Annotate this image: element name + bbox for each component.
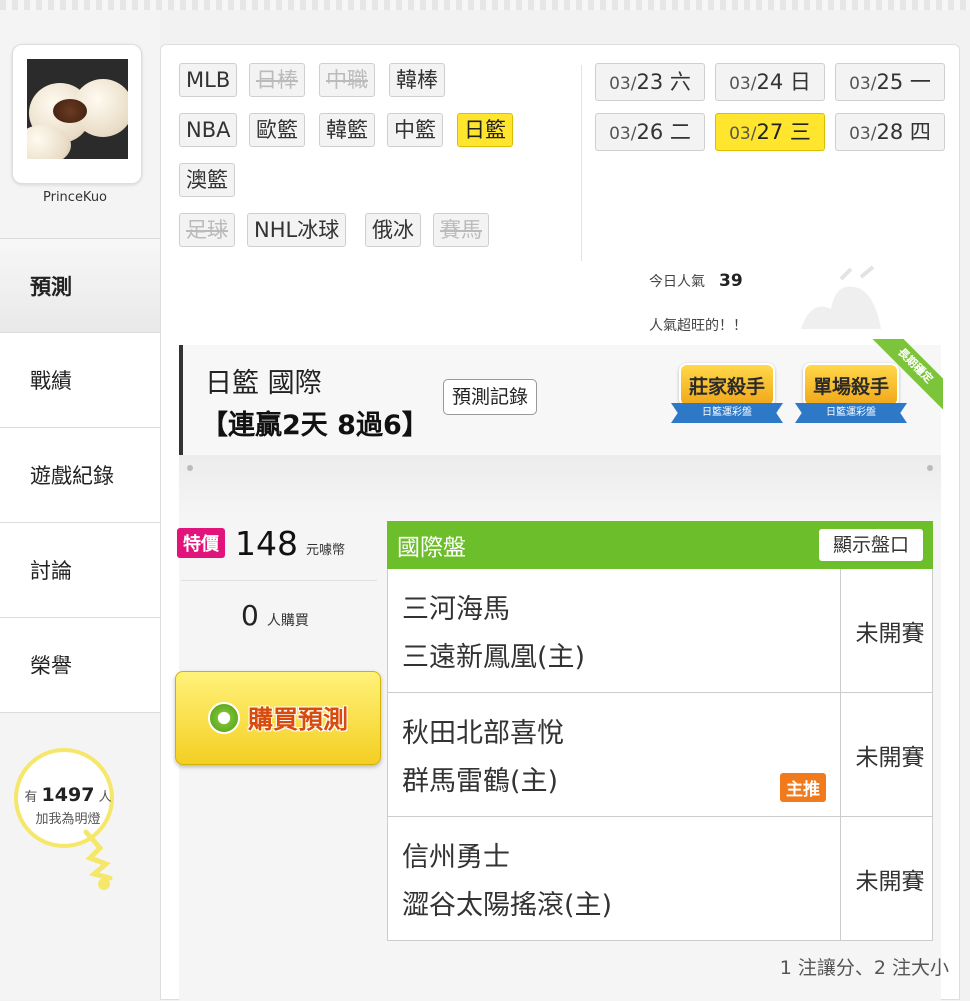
home-team: 澀谷太陽搖滾(主): [402, 890, 613, 921]
side-menu: 預測 戰績 遊戲紀錄 討論 榮譽: [0, 238, 160, 713]
long-term-stable-ribbon: 長期穩定: [871, 339, 943, 411]
trophy-watermark-icon: [801, 265, 881, 329]
date-0324[interactable]: 03/24 日: [715, 63, 825, 101]
price: 148: [235, 523, 298, 563]
league-tag-cpbl: 中職: [319, 63, 375, 97]
away-team: 三河海馬: [402, 594, 510, 625]
price-row: 特價 148 元噱幣: [177, 523, 345, 563]
league-tag-kbl[interactable]: 韓籃: [319, 113, 375, 147]
league-tag-soccer: 足球: [179, 213, 235, 247]
date-0325[interactable]: 03/25 一: [835, 63, 945, 101]
pin: [187, 465, 193, 471]
menu-label: 榮譽: [30, 654, 72, 678]
league-tag-mlb[interactable]: MLB: [179, 63, 238, 97]
win-streak: 【連贏2天 8過6】: [201, 410, 429, 441]
league-tag-nbl[interactable]: 澳籃: [179, 163, 235, 197]
divider: [581, 65, 582, 261]
date-0326[interactable]: 03/26 二: [595, 113, 705, 151]
prediction-header: 日籃 國際 【連贏2天 8過6】 預測記錄 莊家殺手 日籃運彩盤 單場殺手 日籃…: [179, 339, 943, 455]
popularity-note: 人氣超旺的！！: [649, 318, 747, 334]
menu-item-game-log[interactable]: 遊戲紀錄: [0, 428, 160, 523]
league-title: 日籃 國際: [205, 368, 322, 399]
popularity: 今日人氣 39: [649, 271, 743, 291]
league-tag-cba[interactable]: 中籃: [387, 113, 443, 147]
league-tag-bleague[interactable]: 日籃: [457, 113, 513, 147]
lightbulb-base-icon: [83, 829, 113, 890]
buy-prediction-button[interactable]: 購買預測: [175, 671, 381, 765]
menu-label: 預測: [30, 274, 72, 299]
price-unit: 元噱幣: [306, 542, 346, 558]
odds-title: 國際盤: [397, 535, 466, 561]
table-row: 秋田北部喜悅 群馬雷鶴(主) 主推 未開賽: [387, 693, 933, 817]
avatar-image: [27, 59, 128, 159]
table-row: 三河海馬 三遠新鳳凰(主) 未開賽: [387, 569, 933, 693]
date-0328[interactable]: 03/28 四: [835, 113, 945, 151]
game-status: 未開賽: [855, 744, 925, 771]
special-price-badge: 特價: [177, 528, 225, 558]
buyers-count: 0 人購買: [241, 599, 309, 632]
prediction-record-button[interactable]: 預測記錄: [443, 379, 538, 415]
league-tag-horse-racing: 賽馬: [433, 213, 489, 247]
bookie-killer-badge: 莊家殺手 日籃運彩盤: [671, 363, 783, 433]
menu-label: 遊戲紀錄: [30, 464, 114, 488]
away-team: 信州勇士: [402, 842, 510, 873]
table-row: 信州勇士 澀谷太陽搖滾(主) 未開賽: [387, 817, 933, 941]
game-status: 未開賽: [855, 868, 925, 895]
buy-label: 購買預測: [247, 705, 348, 734]
top-border: [0, 0, 970, 10]
bet-summary: 1 注讓分、2 注大小: [779, 957, 949, 979]
main-pick-badge: 主推: [780, 773, 826, 802]
odds-table: 國際盤 顯示盤口 三河海馬 三遠新鳳凰(主) 未開賽 秋田北部喜悅 群馬雷鶴(主…: [387, 521, 933, 941]
left-sidebar: PrinceKuo 預測 戰績 遊戲紀錄 討論 榮譽 有 1497 人 加我為明…: [0, 10, 160, 1000]
odds-header: 國際盤 顯示盤口: [387, 521, 933, 569]
home-team: 三遠新鳳凰(主): [402, 642, 586, 673]
menu-item-predict[interactable]: 預測: [0, 238, 160, 333]
date-0327[interactable]: 03/27 三: [715, 113, 825, 151]
league-tag-kbo[interactable]: 韓棒: [389, 63, 445, 97]
show-odds-button[interactable]: 顯示盤口: [818, 529, 923, 561]
league-tag-npb: 日棒: [249, 63, 305, 97]
league-tag-nhl[interactable]: NHL冰球: [247, 213, 347, 247]
league-tag-euro-basketball[interactable]: 歐籃: [249, 113, 305, 147]
menu-label: 討論: [30, 559, 72, 583]
league-tag-nba[interactable]: NBA: [179, 113, 238, 147]
coin-icon: [207, 702, 240, 734]
league-tag-khl[interactable]: 俄冰: [365, 213, 421, 247]
menu-item-record[interactable]: 戰績: [0, 333, 160, 428]
pin: [927, 465, 933, 471]
menu-item-discussion[interactable]: 討論: [0, 523, 160, 618]
away-team: 秋田北部喜悅: [402, 718, 564, 749]
home-team: 群馬雷鶴(主): [402, 766, 559, 797]
menu-label: 戰績: [30, 369, 72, 393]
fans-count: 有 1497 人: [24, 784, 112, 806]
date-0323[interactable]: 03/23 六: [595, 63, 705, 101]
avatar[interactable]: [12, 44, 142, 184]
game-status: 未開賽: [855, 620, 925, 647]
strip: [179, 455, 941, 515]
fans-label[interactable]: 加我為明燈: [18, 808, 118, 827]
menu-item-honor[interactable]: 榮譽: [0, 618, 160, 713]
main-panel: MLB 日棒 中職 韓棒 NBA 歐籃 韓籃 中籃 日籃 澳籃 足球 NHL冰球…: [160, 44, 960, 1001]
divider: [181, 580, 377, 581]
username[interactable]: PrinceKuo: [0, 190, 150, 205]
